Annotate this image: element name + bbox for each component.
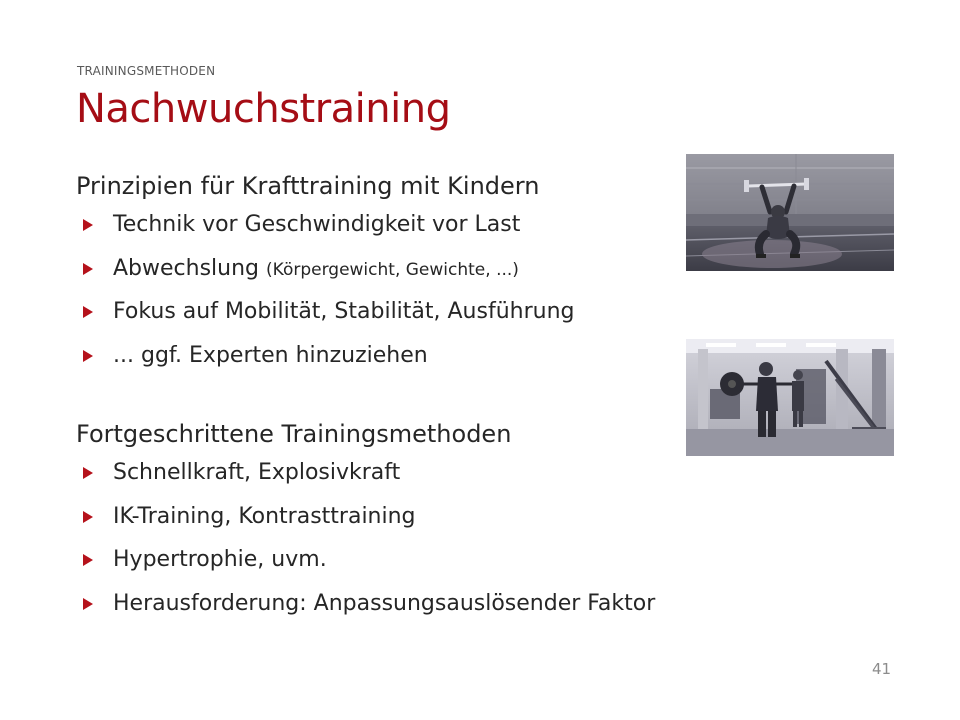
- section-advanced-methods: Fortgeschrittene Trainingsmethoden Schne…: [76, 417, 696, 625]
- section-heading: Fortgeschrittene Trainingsmethoden: [76, 420, 512, 448]
- bullet-text: Fokus auf Mobilität, Stabilität, Ausführ…: [113, 299, 575, 324]
- list-item: IK-Training, Kontrasttraining: [76, 495, 696, 539]
- list-item: Schnellkraft, Explosivkraft: [76, 451, 696, 495]
- gym-weightlifting-illustration: [686, 339, 894, 456]
- overhead-squat-photo: [686, 154, 894, 271]
- triangle-bullet-icon: [83, 262, 93, 275]
- bullet-text: Hypertrophie, uvm.: [113, 547, 327, 572]
- triangle-bullet-icon: [83, 349, 93, 362]
- list-item: Technik vor Geschwindigkeit vor Last: [76, 203, 696, 247]
- bullet-text: Herausforderung: Anpassungsauslösender F…: [113, 590, 656, 616]
- page-number: 41: [872, 660, 892, 678]
- bullet-text: IK-Training, Kontrasttraining: [113, 503, 416, 529]
- triangle-bullet-icon: [83, 467, 93, 479]
- list-item: Fokus auf Mobilität, Stabilität, Ausführ…: [76, 290, 696, 334]
- list-item: ... ggf. Experten hinzuziehen: [76, 334, 696, 378]
- list-item: Abwechslung (Körpergewicht, Gewichte, ..…: [76, 247, 696, 291]
- bullet-note: (Körpergewicht, Gewichte, ...): [266, 259, 519, 280]
- triangle-bullet-icon: [83, 554, 93, 566]
- section-heading: Prinzipien für Krafttraining mit Kindern: [76, 172, 540, 200]
- section-principles: Prinzipien für Krafttraining mit Kindern…: [76, 169, 696, 377]
- list-item: Hypertrophie, uvm.: [76, 538, 696, 582]
- triangle-bullet-icon: [83, 306, 93, 318]
- slide-title: Nachwuchstraining: [76, 86, 451, 132]
- bullet-list: Technik vor Geschwindigkeit vor Last Abw…: [76, 203, 696, 377]
- triangle-bullet-icon: [83, 510, 93, 523]
- gym-weightlifting-photo: [686, 339, 894, 456]
- slide-kicker: TRAININGSMETHODEN: [77, 64, 216, 78]
- overhead-squat-illustration: [686, 154, 894, 271]
- triangle-bullet-icon: [83, 597, 93, 610]
- bullet-text: ... ggf. Experten hinzuziehen: [113, 342, 428, 368]
- bullet-text: Abwechslung: [113, 255, 260, 281]
- bullet-text: Schnellkraft, Explosivkraft: [113, 460, 401, 485]
- bullet-text: Technik vor Geschwindigkeit vor Last: [113, 212, 521, 237]
- triangle-bullet-icon: [83, 219, 93, 231]
- list-item: Herausforderung: Anpassungsauslösender F…: [76, 582, 696, 626]
- bullet-list: Schnellkraft, Explosivkraft IK-Training,…: [76, 451, 696, 625]
- slide: TRAININGSMETHODEN Nachwuchstraining Prin…: [0, 0, 960, 720]
